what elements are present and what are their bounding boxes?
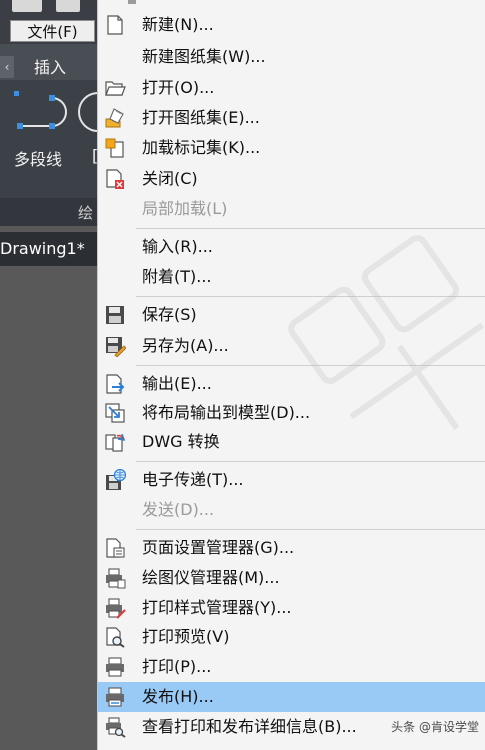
menu-item-open-sheet-set[interactable]: 打开图纸集(E)... xyxy=(98,103,485,133)
menu-separator xyxy=(136,228,485,229)
menu-separator xyxy=(136,529,485,530)
menu-item-load-markup-set[interactable]: 加载标记集(K)... xyxy=(98,133,485,163)
menu-item-label: 输出(E)... xyxy=(142,374,212,393)
menu-item-plot-style-manager[interactable]: 打印样式管理器(Y)... xyxy=(98,593,485,623)
menu-item-attach[interactable]: 附着(T)... xyxy=(98,262,485,292)
menu-item-etransmit[interactable]: 电子传递(T)... xyxy=(98,465,485,495)
save-icon xyxy=(106,306,124,324)
drawing-canvas[interactable] xyxy=(0,266,98,750)
menu-item-new[interactable]: 新建(N)... xyxy=(98,10,485,40)
footer-watermark-text: 头条 @肯设学堂 xyxy=(391,720,479,734)
menu-item-export[interactable]: 输出(E)... xyxy=(98,369,485,399)
menu-item-label: 打开(O)... xyxy=(142,78,215,97)
document-tab[interactable]: Drawing1* xyxy=(0,232,98,266)
menu-item-label: 打印(P)... xyxy=(142,657,212,676)
page-setup-icon xyxy=(106,538,125,558)
export-icon xyxy=(106,374,125,394)
menu-item-label: 将布局输出到模型(D)... xyxy=(142,403,311,422)
menu-item-dwg-convert[interactable]: DWG 转换 xyxy=(98,427,485,457)
menu-item-publish[interactable]: 发布(H)... xyxy=(98,682,485,712)
menu-item-label: 关闭(C) xyxy=(142,169,198,188)
menu-item-open[interactable]: 打开(O)... xyxy=(98,73,485,103)
menu-item-export-layout-to-model[interactable]: 将布局输出到模型(D)... xyxy=(98,398,485,428)
menu-item-label: 页面设置管理器(G)... xyxy=(142,538,295,557)
menu-item-label: 打开图纸集(E)... xyxy=(142,108,260,127)
menu-top-edge xyxy=(98,0,485,8)
plot-details-icon xyxy=(106,717,126,738)
application-menu: 新建(N)... 新建图纸集(W)... 打开(O)... 打开图纸集(E)..… xyxy=(97,0,485,750)
menu-item-label: 附着(T)... xyxy=(142,267,212,286)
menu-item-label: 打印样式管理器(Y)... xyxy=(142,598,292,617)
file-menu-button[interactable]: 文件(F) xyxy=(10,20,95,42)
menu-item-print[interactable]: 打印(P)... xyxy=(98,652,485,682)
ribbon-scroll-left-icon[interactable]: ‹ xyxy=(0,56,14,78)
menu-item-label: 绘图仪管理器(M)... xyxy=(142,568,280,587)
save-as-icon xyxy=(106,337,126,357)
plotter-manager-icon xyxy=(106,568,126,589)
tool-label-polyline: 多段线 xyxy=(14,150,63,169)
menu-item-label: 新建图纸集(W)... xyxy=(142,47,266,66)
plot-preview-icon xyxy=(106,627,125,648)
menu-item-label: 发送(D)... xyxy=(142,500,215,519)
menu-separator xyxy=(136,296,485,297)
menu-item-label: 加载标记集(K)... xyxy=(142,138,261,157)
quick-access-button[interactable] xyxy=(56,0,80,12)
menu-item-partial-load: 局部加载(L) xyxy=(98,194,485,224)
menu-item-new-sheet-set[interactable]: 新建图纸集(W)... xyxy=(98,42,485,72)
open-sheet-set-icon xyxy=(105,108,124,128)
menu-item-save[interactable]: 保存(S) xyxy=(98,300,485,330)
menu-item-send: 发送(D)... xyxy=(98,495,485,525)
tab-insert[interactable]: 插入 xyxy=(34,54,66,78)
dwg-convert-icon xyxy=(105,433,126,452)
publish-icon xyxy=(106,687,124,707)
menu-item-label: 保存(S) xyxy=(142,305,197,324)
markup-set-icon xyxy=(105,138,124,158)
menu-item-close[interactable]: 关闭(C) xyxy=(98,164,485,194)
etransmit-icon xyxy=(106,469,126,490)
menu-item-label: 新建(N)... xyxy=(142,15,214,34)
menu-item-page-setup-manager[interactable]: 页面设置管理器(G)... xyxy=(98,533,485,563)
menu-item-plot-preview[interactable]: 打印预览(V) xyxy=(98,622,485,652)
menu-item-label: 另存为(A)... xyxy=(142,336,229,355)
new-file-icon xyxy=(107,15,123,35)
panel-label-draw: 绘 xyxy=(78,204,94,222)
menu-separator xyxy=(136,365,485,366)
menu-item-label: 发布(H)... xyxy=(142,687,214,706)
plot-style-icon xyxy=(106,598,126,619)
open-folder-icon xyxy=(105,81,126,96)
menu-item-label: DWG 转换 xyxy=(142,432,220,451)
menu-item-plotter-manager[interactable]: 绘图仪管理器(M)... xyxy=(98,563,485,593)
quick-access-button[interactable] xyxy=(12,0,42,12)
menu-item-import[interactable]: 输入(R)... xyxy=(98,232,485,262)
close-file-icon xyxy=(106,169,124,189)
menu-item-save-as[interactable]: 另存为(A)... xyxy=(98,331,485,361)
menu-item-label: 打印预览(V) xyxy=(142,627,230,646)
print-icon xyxy=(106,657,124,677)
menu-separator xyxy=(136,461,485,462)
menu-item-label: 电子传递(T)... xyxy=(142,470,244,489)
polyline-icon[interactable] xyxy=(14,90,74,135)
layout-to-model-icon xyxy=(105,403,125,423)
menu-item-label: 查看打印和发布详细信息(B)... xyxy=(142,717,357,736)
menu-item-label: 局部加载(L) xyxy=(142,199,228,218)
menu-item-label: 输入(R)... xyxy=(142,237,213,256)
